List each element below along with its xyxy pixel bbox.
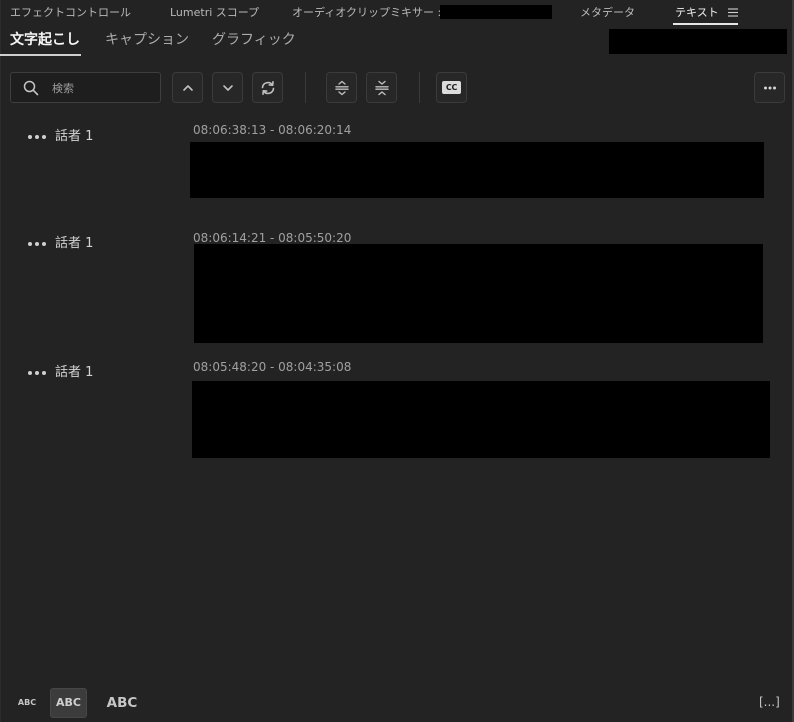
panel-left-border [0,0,1,722]
tab-graphics[interactable]: グラフィック [212,31,296,49]
speaker-label: 話者 1 [28,236,93,252]
text-size-small-button[interactable]: ABC [12,688,42,718]
expand-all-button[interactable] [326,72,357,103]
redaction-box [609,29,787,54]
more-icon [762,80,778,96]
collapse-all-icon [374,80,390,96]
more-dots-icon[interactable] [28,129,46,145]
create-captions-button[interactable]: CC [436,72,467,103]
speaker-name[interactable]: 話者 1 [55,365,93,381]
redaction-box [192,381,770,458]
chevron-down-icon [220,80,236,96]
text-size-medium-button[interactable]: ABC [50,688,87,718]
previous-result-button[interactable] [172,72,203,103]
speaker-name[interactable]: 話者 1 [55,236,93,252]
text-size-large-label: ABC [106,695,138,711]
tab-captions[interactable]: キャプション [105,31,189,49]
more-dots-icon[interactable] [28,236,46,252]
sync-button[interactable] [252,72,283,103]
text-panel: エフェクトコントロール Lumetri スコープ オーディオクリップミキサー :… [0,0,794,722]
speaker-label: 話者 1 [28,129,93,145]
panel-tab-audio-clip-mixer[interactable]: オーディオクリップミキサー : [292,6,441,20]
more-options-button[interactable] [754,72,785,103]
redaction-box [440,5,552,19]
search-icon [23,80,39,96]
panel-tab-metadata[interactable]: メタデータ [580,6,635,20]
redaction-box [190,142,764,198]
next-result-button[interactable] [212,72,243,103]
speaker-name[interactable]: 話者 1 [55,129,93,145]
panel-tab-lumetri-scopes[interactable]: Lumetri スコープ [170,6,259,20]
redaction-box [194,244,763,343]
toolbar-divider [305,72,306,103]
expand-all-icon [334,80,350,96]
segment-timecode: 08:06:14:21 - 08:05:50:20 [193,231,352,245]
text-size-small-label: ABC [17,698,37,707]
tab-transcript[interactable]: 文字起こし [10,31,80,49]
segment-timecode: 08:05:48:20 - 08:04:35:08 [193,360,352,374]
more-dots-icon[interactable] [28,365,46,381]
chevron-up-icon [180,80,196,96]
toolbar-divider [419,72,420,103]
segment-timecode: 08:06:38:13 - 08:06:20:14 [193,123,352,137]
pause-markers-toggle[interactable]: [...] [759,694,780,710]
active-sub-tab-indicator [0,54,81,56]
text-size-large-button[interactable]: ABC [102,688,142,718]
speaker-label: 話者 1 [28,365,93,381]
search-input[interactable] [52,79,156,97]
panel-tab-effect-controls[interactable]: エフェクトコントロール [10,6,131,20]
search-box[interactable] [10,72,161,103]
hamburger-menu-icon[interactable] [728,8,738,17]
closed-captions-icon: CC [442,81,461,94]
sync-icon [260,80,276,96]
collapse-all-button[interactable] [366,72,397,103]
panel-tab-text[interactable]: テキスト [675,6,719,20]
active-panel-tab-indicator [673,23,738,25]
text-size-medium-label: ABC [56,696,81,709]
